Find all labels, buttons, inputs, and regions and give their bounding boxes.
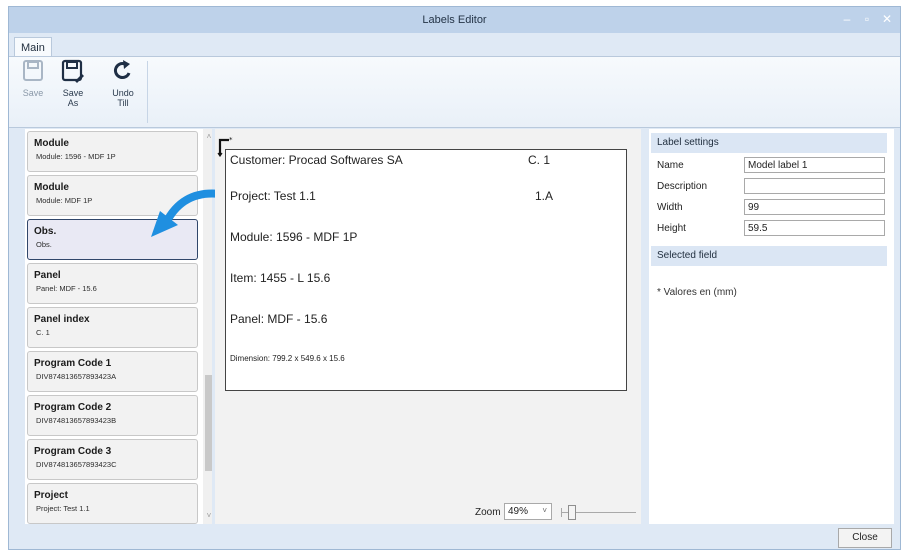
undo-till-button[interactable]: Undo Till [105,59,141,108]
selected-field-header: Selected field [651,246,887,266]
maximize-button[interactable]: ▫ [860,12,874,26]
field-item[interactable]: Project Project: Test 1.1 [27,483,198,524]
name-input[interactable] [744,157,885,173]
label-field-panel[interactable]: Panel: MDF - 15.6 [230,312,327,326]
field-title: Program Code 3 [34,446,112,457]
width-label: Width [657,202,683,213]
description-input[interactable] [744,178,885,194]
label-field-panel-index[interactable]: C. 1 [528,153,550,167]
height-label: Height [657,223,686,234]
width-input[interactable] [744,199,885,215]
undo-icon [113,60,131,80]
pointer-arrow-icon [151,189,223,237]
label-preview[interactable]: Customer: Procad Softwares SA C. 1 Proje… [225,149,627,391]
close-window-button[interactable]: ✕ [880,12,894,26]
scroll-up-icon[interactable]: ˄ [203,131,212,143]
description-label: Description [657,181,708,192]
scrollbar-thumb[interactable] [205,375,212,471]
zoom-slider-thumb[interactable] [568,505,577,520]
save-label: Save [22,88,44,98]
field-title: Panel index [34,314,90,325]
field-subtitle: DIV874813657893423C [36,460,117,469]
field-title: Panel [34,270,61,281]
undo-till-label-line1: Undo [112,88,134,98]
ribbon-separator [147,61,148,123]
save-icon [23,60,43,81]
close-button[interactable]: Close [838,528,892,548]
undo-till-label-line2: Till [117,98,129,108]
zoom-label: Zoom [475,507,501,518]
labels-editor-window: Labels Editor – ▫ ✕ Main Save Save As Un… [8,6,901,550]
minimize-button[interactable]: – [840,12,854,26]
field-subtitle: Panel: MDF - 15.6 [36,284,97,293]
zoom-dropdown[interactable]: 49% ˅ [504,503,552,520]
field-title: Project [34,490,68,501]
field-item[interactable]: Program Code 1 DIV874813657893423A [27,351,198,392]
height-input[interactable] [744,220,885,236]
label-field-project-code[interactable]: 1.A [535,189,553,203]
field-subtitle: DIV874813657893423A [36,372,117,381]
save-as-label-line2: As [67,98,79,108]
label-field-customer[interactable]: Customer: Procad Softwares SA [230,153,403,167]
label-settings-header: Label settings [651,133,887,153]
field-item[interactable]: Panel index C. 1 [27,307,198,348]
tab-main[interactable]: Main [14,37,52,58]
chevron-down-icon: ˅ [542,506,547,515]
name-label: Name [657,160,684,171]
title-bar[interactable]: Labels Editor – ▫ ✕ [9,7,900,33]
label-field-project[interactable]: Project: Test 1.1 [230,189,316,203]
field-item[interactable]: Program Code 2 DIV874813657893423B [27,395,198,436]
label-field-dimension[interactable]: Dimension: 799.2 x 549.6 x 15.6 [230,354,345,363]
label-field-item[interactable]: Item: 1455 - L 15.6 [230,271,330,285]
field-subtitle: DIV874813657893423B [36,416,117,425]
footer: Close [9,524,900,549]
save-button[interactable]: Save [15,59,51,98]
ribbon: Save Save As Undo Till [9,56,900,128]
anchor-mark: * [229,136,233,144]
field-item[interactable]: Module Module: 1596 - MDF 1P [27,131,198,172]
zoom-value: 49% [508,506,529,517]
field-title: Program Code 1 [34,358,112,369]
main-content: Module Module: 1596 - MDF 1P Module Modu… [13,129,898,524]
properties-panel: Label settings Name Description Width He… [649,129,894,524]
scroll-down-icon[interactable]: ˅ [203,510,212,522]
field-title: Module [34,138,69,149]
field-title: Program Code 2 [34,402,112,413]
ribbon-tabs: Main [9,33,900,58]
field-item[interactable]: Program Code 3 DIV874813657893423C [27,439,198,480]
zoom-slider-tick [561,508,562,517]
field-subtitle: C. 1 [36,328,50,337]
field-subtitle: Module: 1596 - MDF 1P [36,152,116,161]
units-note: * Valores en (mm) [657,287,737,298]
window-title: Labels Editor [422,14,487,26]
field-subtitle: Project: Test 1.1 [36,504,90,513]
save-as-label-line1: Save [62,88,84,98]
save-as-icon [61,59,84,83]
label-field-module[interactable]: Module: 1596 - MDF 1P [230,230,357,244]
save-as-button[interactable]: Save As [55,59,91,108]
label-canvas[interactable]: * Customer: Procad Softwares SA C. 1 Pro… [215,129,641,524]
field-item[interactable]: Panel Panel: MDF - 15.6 [27,263,198,304]
